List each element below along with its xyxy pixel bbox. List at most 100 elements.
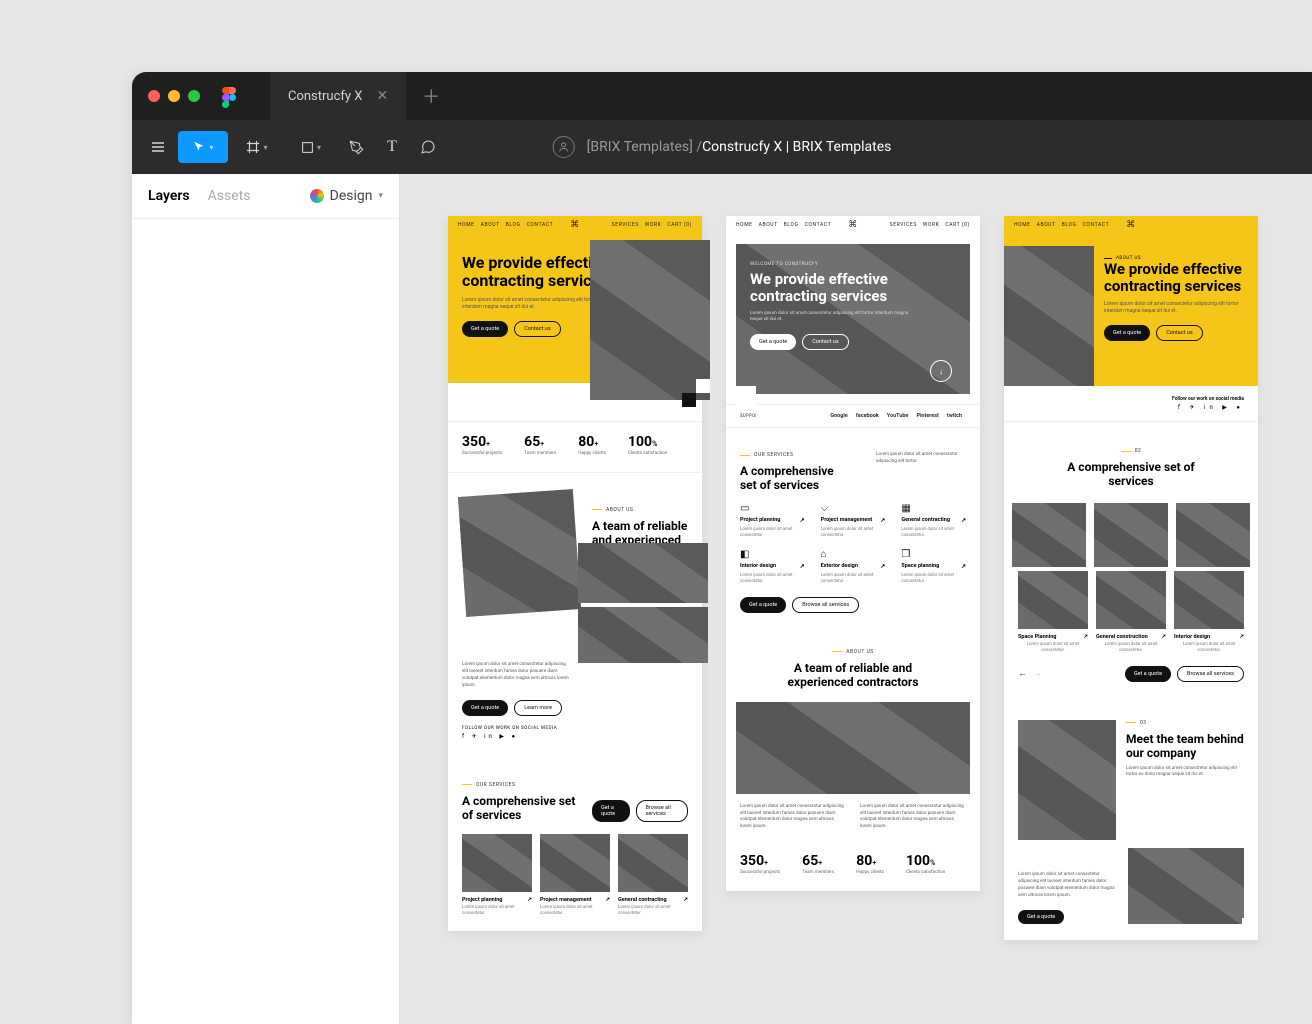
window-close[interactable] [148, 90, 160, 102]
service-card[interactable]: General contracting↗ Lorem ipsum dolor s… [618, 834, 688, 917]
arrow-icon: ↗ [683, 897, 688, 903]
about-label: ABOUT US [740, 649, 966, 655]
decor [736, 386, 756, 406]
new-tab-button[interactable]: ＋ [422, 83, 440, 109]
hero-title: We provide effective contracting service… [750, 271, 910, 306]
main-menu-button[interactable] [142, 131, 174, 163]
services-cta1[interactable]: Get a quote [1125, 666, 1171, 682]
arrow-icon: ↗ [1083, 634, 1088, 640]
about-title: A team of reliable and experienced contr… [763, 661, 943, 690]
carousel-nav[interactable]: ←→ [1018, 668, 1042, 679]
services-cta2[interactable]: Browse all services [792, 597, 859, 613]
arrow-icon: ↗ [605, 897, 610, 903]
window-zoom[interactable] [188, 90, 200, 102]
about-cta2[interactable]: Learn more [514, 700, 562, 716]
team-label: 03 [1126, 720, 1244, 726]
nav-right[interactable]: SERVICESWORKCART (0) [612, 222, 692, 228]
social-follow: Follow our work on social media f ✈ in ▶… [1004, 386, 1258, 422]
services-title: A comprehensive set of services [740, 464, 850, 493]
services-cta1[interactable]: Get a quote [740, 597, 786, 613]
toolbar: ▾ ▾ ▾ T [BRIX Templates] /Construcfy X |… [132, 120, 1312, 174]
services-grid: ▭ Project planning↗ Lorem ipsum dolor si… [740, 503, 966, 585]
site-nav: HOMEABOUTBLOGCONTACT ⌘ SERVICESWORKCART … [448, 216, 702, 234]
figma-window: Construcfy X ✕ ＋ ▾ ▾ ▾ T [BRIX Templa [132, 72, 1312, 1024]
services-cta1[interactable]: Get a quote [592, 800, 630, 822]
cta-primary[interactable]: Get a quote [462, 321, 508, 337]
service-card[interactable]: Interior design↗ Lorem ipsum dolor sit a… [1174, 571, 1244, 654]
nav-left[interactable]: HOMEABOUTBLOGCONTACT [1014, 222, 1109, 228]
decor [960, 615, 980, 635]
about-cta1[interactable]: Get a quote [462, 700, 508, 716]
about-image-3 [578, 607, 708, 663]
services-label: OUR SERVICES [740, 452, 850, 458]
cta-secondary[interactable]: Contact us [514, 321, 560, 337]
service-image [1094, 503, 1168, 567]
logo-icon: ⌘ [570, 220, 580, 230]
artboard-home-v3[interactable]: HOMEABOUTBLOGCONTACT ⌘ ABOUT US We provi… [1004, 216, 1258, 940]
service-card[interactable]: Project management↗ Lorem ipsum dolor si… [540, 834, 610, 917]
hero: WELCOME TO CONSTRUCFY We provide effecti… [726, 234, 980, 404]
team-avatar-icon[interactable] [553, 136, 575, 158]
breadcrumb: [BRIX Templates] /Construcfy X | BRIX Te… [553, 136, 892, 158]
cta-secondary[interactable]: Contact us [802, 334, 848, 350]
service-item[interactable]: ▭ Project planning↗ Lorem ipsum dolor si… [740, 503, 805, 539]
social-icons[interactable]: f ✈ in ▶ ● [462, 733, 688, 740]
breadcrumb-title[interactable]: Construcfy X | BRIX Templates [702, 139, 891, 155]
services-cta2[interactable]: Browse all services [636, 800, 688, 822]
arrow-icon: ↗ [961, 517, 966, 524]
comment-tool[interactable] [412, 131, 444, 163]
service-card[interactable]: Space Planning↗ Lorem ipsum dolor sit am… [1018, 571, 1088, 654]
cta-primary[interactable]: Get a quote [750, 334, 796, 350]
scroll-down-icon[interactable]: ↓ [930, 360, 952, 382]
file-tab[interactable]: Construcfy X ✕ [270, 72, 406, 120]
artboard-home-v2[interactable]: HOMEABOUTBLOGCONTACT ⌘ SERVICESWORKCART … [726, 216, 980, 891]
frame-tool[interactable]: ▾ [232, 131, 282, 163]
nav-right[interactable]: SERVICESWORKCART (0) [890, 222, 970, 228]
service-item[interactable]: ⌵ Project management↗ Lorem ipsum dolor … [821, 503, 886, 539]
artboard-home-v1[interactable]: HOMEABOUTBLOGCONTACT ⌘ SERVICESWORKCART … [448, 216, 702, 931]
cta-secondary[interactable]: Contact us [1156, 325, 1202, 341]
nav-left[interactable]: HOMEABOUTBLOGCONTACT [736, 222, 831, 228]
social-icons[interactable]: f ✈ in ▶ ● [1018, 404, 1244, 411]
services-section: OUR SERVICES A comprehensive set of serv… [726, 428, 980, 627]
decor [756, 406, 776, 426]
breadcrumb-prefix[interactable]: [BRIX Templates] / [587, 139, 702, 155]
about-body: Lorem ipsum dolor sit amet consectetur a… [462, 662, 572, 690]
tab-assets[interactable]: Assets [208, 188, 251, 204]
shape-tool[interactable]: ▾ [286, 131, 336, 163]
nav-left[interactable]: HOMEABOUTBLOGCONTACT [458, 222, 553, 228]
services-cta2[interactable]: Browse all services [1177, 666, 1244, 682]
services-section: OUR SERVICES A comprehensive set of serv… [448, 756, 702, 932]
window-minimize[interactable] [168, 90, 180, 102]
arrow-icon: ↗ [1239, 634, 1244, 640]
service-item[interactable]: ⌂ Exterior design↗ Lorem ipsum dolor sit… [821, 549, 886, 585]
text-tool[interactable]: T [376, 131, 408, 163]
service-icon: ▦ [901, 503, 966, 514]
tab-layers[interactable]: Layers [148, 188, 190, 204]
service-item[interactable]: ▦ General contracting↗ Lorem ipsum dolor… [901, 503, 966, 539]
move-tool[interactable]: ▾ [178, 131, 228, 163]
service-card[interactable]: Project planning↗ Lorem ipsum dolor sit … [462, 834, 532, 917]
service-item[interactable]: ❒ Space planning↗ Lorem ipsum dolor sit … [901, 549, 966, 585]
team-image-1 [1018, 720, 1116, 840]
services-title: A comprehensive set of services [1061, 460, 1201, 489]
services-sub: Lorem ipsum dolor sit amet consectetur a… [876, 452, 966, 466]
pen-tool[interactable] [340, 131, 372, 163]
hero-sub: Lorem ipsum dolor sit amet consectetur a… [750, 311, 910, 325]
arrow-icon: ↗ [880, 517, 885, 524]
service-item[interactable]: ◧ Interior design↗ Lorem ipsum dolor sit… [740, 549, 805, 585]
canvas[interactable]: HOMEABOUTBLOGCONTACT ⌘ SERVICESWORKCART … [400, 174, 1312, 1024]
hero-sub: Lorem ipsum dolor sit amet consectetur a… [1104, 301, 1244, 315]
cta-primary[interactable]: Get a quote [1104, 325, 1150, 341]
editor-body: Layers Assets Design ▾ HOMEABOUTBLOGCONT… [132, 174, 1312, 1024]
service-card[interactable]: General construction↗ Lorem ipsum dolor … [1096, 571, 1166, 654]
services-cards: Space Planning↗ Lorem ipsum dolor sit am… [1018, 571, 1244, 654]
team-cta[interactable]: Get a quote [1018, 910, 1064, 924]
about-col1: Lorem ipsum dolor sit amet consectetur a… [740, 804, 846, 832]
close-tab-icon[interactable]: ✕ [376, 88, 388, 104]
tab-design[interactable]: Design ▾ [310, 188, 383, 204]
service-icon: ◧ [740, 549, 805, 560]
card-image [1018, 571, 1088, 629]
team-body: Lorem ipsum dolor sit amet consectetur a… [1018, 872, 1118, 900]
card-image [540, 834, 610, 892]
